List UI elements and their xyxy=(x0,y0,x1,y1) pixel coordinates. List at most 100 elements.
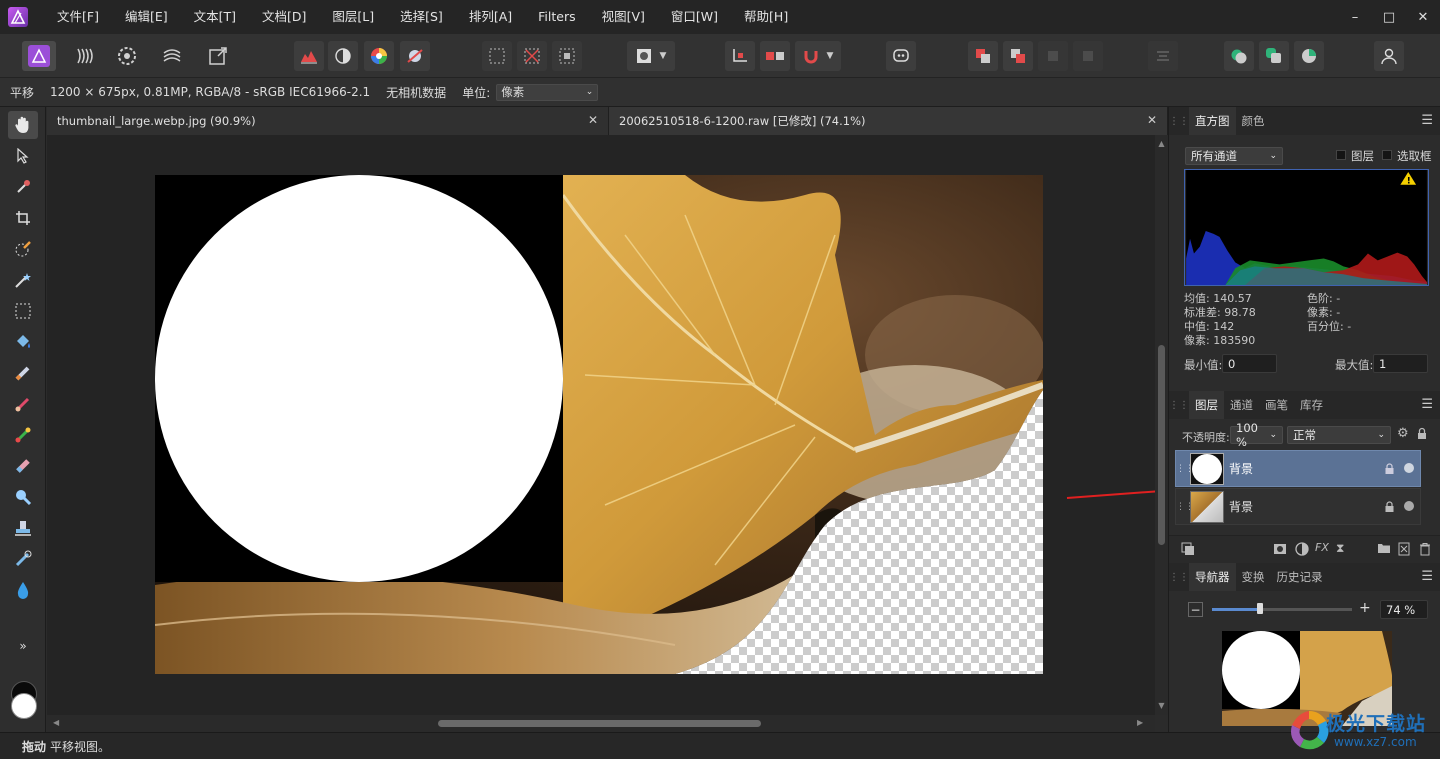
canvas-area[interactable] xyxy=(47,135,1155,715)
layer-lock-icon[interactable] xyxy=(1385,463,1394,478)
folder-icon[interactable] xyxy=(1377,542,1391,557)
layer-checkbox[interactable] xyxy=(1336,150,1346,160)
layer-lock-icon[interactable] xyxy=(1385,501,1394,516)
tab-document-1[interactable]: thumbnail_large.webp.jpg (90.9%) ✕ xyxy=(47,107,609,135)
vertical-scrollbar[interactable]: ▲ ▼ xyxy=(1155,135,1168,715)
menu-filters[interactable]: Filters xyxy=(525,0,588,34)
live-filter-icon[interactable]: ⧗ xyxy=(1336,541,1344,556)
mask-layer-icon[interactable] xyxy=(1273,542,1287,559)
add-pixel-layer-icon[interactable] xyxy=(1398,542,1410,559)
levels-icon[interactable] xyxy=(294,41,324,71)
assistant-robot-icon[interactable] xyxy=(886,41,916,71)
selection-checkbox[interactable] xyxy=(1382,150,1392,160)
lock-icon[interactable] xyxy=(1417,427,1427,443)
adjustment-icon[interactable] xyxy=(1295,542,1309,559)
min-value-input[interactable]: 0 xyxy=(1222,354,1277,373)
close-icon[interactable]: ✕ xyxy=(1147,113,1157,127)
pixel-tool-icon[interactable] xyxy=(8,359,38,387)
menu-document[interactable]: 文档[D] xyxy=(249,0,319,34)
layer-visibility-icon[interactable] xyxy=(1404,463,1414,473)
liquify-persona-icon[interactable] xyxy=(70,41,100,71)
assistant-icon[interactable] xyxy=(760,41,790,71)
layer-row-mask[interactable]: ⋮⋮ 背景 xyxy=(1175,450,1421,487)
flood-fill-tool-icon[interactable] xyxy=(8,328,38,356)
layer-duplicate-icon[interactable] xyxy=(1181,542,1195,559)
layer-row-photo[interactable]: ⋮⋮ 背景 xyxy=(1175,488,1421,525)
tab-color[interactable]: 颜色 xyxy=(1236,107,1271,135)
photo-persona-icon[interactable] xyxy=(22,41,56,71)
arrange-back-icon[interactable] xyxy=(968,41,998,71)
minimize-icon[interactable]: – xyxy=(1338,0,1372,34)
panel-menu-icon[interactable]: ☰ xyxy=(1421,113,1433,128)
menu-arrange[interactable]: 排列[A] xyxy=(456,0,525,34)
tab-document-2[interactable]: 20062510518-6-1200.raw [已修改] (74.1%) ✕ xyxy=(609,107,1168,135)
arrange-forward-icon[interactable] xyxy=(1003,41,1033,71)
scroll-right-icon[interactable]: ▶ xyxy=(1137,718,1143,727)
clone-brush-tool-icon[interactable] xyxy=(8,514,38,542)
blend-mode-select[interactable]: 正常 ⌄ xyxy=(1287,426,1391,444)
quick-mask-dropdown[interactable]: ▼ xyxy=(627,41,675,71)
selection-brush-tool-icon[interactable] xyxy=(8,235,38,263)
menu-text[interactable]: 文本[T] xyxy=(181,0,249,34)
flood-select-tool-icon[interactable] xyxy=(8,266,38,294)
fx-icon[interactable]: FX xyxy=(1315,541,1329,554)
trash-icon[interactable] xyxy=(1419,542,1431,559)
zoom-value-input[interactable]: 74 % xyxy=(1380,600,1428,619)
close-icon[interactable]: ✕ xyxy=(588,113,598,127)
primary-color-swatch[interactable] xyxy=(11,693,37,719)
menu-view[interactable]: 视图[V] xyxy=(589,0,658,34)
zoom-in-button[interactable]: + xyxy=(1359,600,1371,616)
menu-file[interactable]: 文件[F] xyxy=(44,0,112,34)
crop-tool-icon[interactable] xyxy=(8,204,38,232)
color-wheel-icon[interactable] xyxy=(364,41,394,71)
color-replacement-tool-icon[interactable] xyxy=(8,421,38,449)
menu-edit[interactable]: 编辑[E] xyxy=(112,0,181,34)
export-persona-icon[interactable] xyxy=(203,41,233,71)
scroll-left-icon[interactable]: ◀ xyxy=(53,718,59,727)
tab-transform[interactable]: 变换 xyxy=(1236,563,1271,591)
invert-selection-icon[interactable] xyxy=(552,41,582,71)
erase-brush-tool-icon[interactable] xyxy=(8,452,38,480)
zoom-out-button[interactable]: − xyxy=(1188,602,1203,617)
panel-menu-icon[interactable]: ☰ xyxy=(1421,397,1433,412)
document-canvas[interactable] xyxy=(155,175,1043,674)
menu-window[interactable]: 窗口[W] xyxy=(658,0,731,34)
max-value-input[interactable]: 1 xyxy=(1373,354,1428,373)
blemish-removal-tool-icon[interactable] xyxy=(8,545,38,573)
grip-icon[interactable]: ⋮⋮ xyxy=(1169,116,1189,127)
menu-layer[interactable]: 图层[L] xyxy=(319,0,387,34)
grip-icon[interactable]: ⋮⋮ xyxy=(1169,572,1189,583)
account-icon[interactable] xyxy=(1374,41,1404,71)
hand-tool-icon[interactable] xyxy=(8,111,38,139)
boolean-subtract-icon[interactable] xyxy=(1259,41,1289,71)
white-balance-icon[interactable] xyxy=(400,41,430,71)
tab-navigator[interactable]: 导航器 xyxy=(1189,563,1236,591)
horizontal-scroll-thumb[interactable] xyxy=(438,720,761,727)
blur-brush-tool-icon[interactable] xyxy=(8,576,38,604)
dodge-tool-icon[interactable] xyxy=(8,483,38,511)
close-icon[interactable]: ✕ xyxy=(1406,0,1440,34)
affinity-logo-icon[interactable] xyxy=(0,0,36,34)
color-picker-tool-icon[interactable] xyxy=(8,173,38,201)
tab-history[interactable]: 历史记录 xyxy=(1271,563,1329,591)
marquee-tool-icon[interactable] xyxy=(8,297,38,325)
layer-visibility-icon[interactable] xyxy=(1404,501,1414,511)
zoom-slider[interactable] xyxy=(1212,603,1352,614)
scroll-up-icon[interactable]: ▲ xyxy=(1156,139,1167,148)
scroll-down-icon[interactable]: ▼ xyxy=(1156,701,1167,710)
expand-tools-icon[interactable]: » xyxy=(8,632,38,660)
zoom-slider-handle[interactable] xyxy=(1256,603,1263,614)
menu-select[interactable]: 选择[S] xyxy=(387,0,456,34)
tone-mapping-persona-icon[interactable] xyxy=(157,41,187,71)
vertical-scroll-thumb[interactable] xyxy=(1158,345,1165,545)
magnet-dropdown[interactable]: ▼ xyxy=(795,41,841,71)
paint-brush-tool-icon[interactable] xyxy=(8,390,38,418)
menu-help[interactable]: 帮助[H] xyxy=(731,0,801,34)
develop-persona-icon[interactable] xyxy=(112,41,142,71)
panel-menu-icon[interactable]: ☰ xyxy=(1421,569,1433,584)
maximize-icon[interactable]: □ xyxy=(1372,0,1406,34)
boolean-add-icon[interactable] xyxy=(1224,41,1254,71)
boolean-intersect-icon[interactable] xyxy=(1294,41,1324,71)
tab-stock[interactable]: 库存 xyxy=(1294,391,1329,419)
opacity-select[interactable]: 100 % ⌄ xyxy=(1230,421,1283,449)
